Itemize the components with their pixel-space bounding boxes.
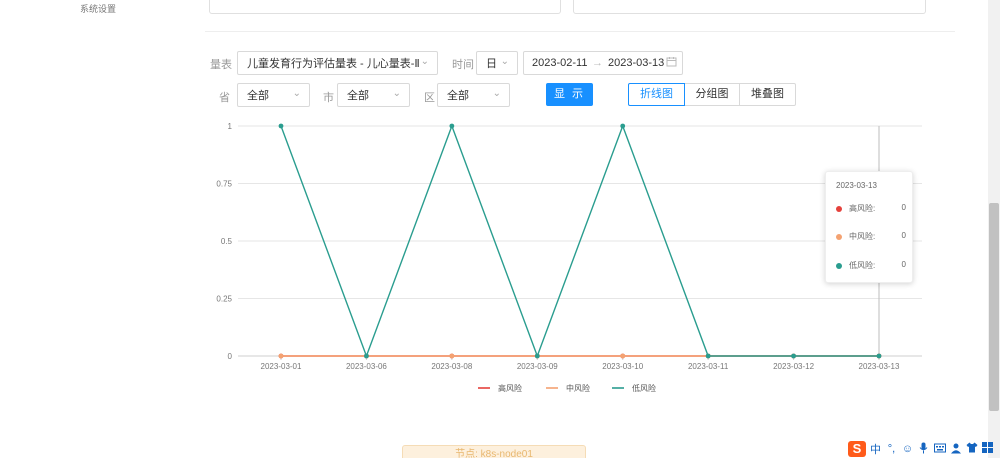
tooltip-row-value: 0: [901, 260, 906, 269]
medium-risk-dot: [836, 233, 842, 240]
tooltip-row-name: 中风险:: [849, 232, 876, 241]
y-tick-label: 0.75: [216, 180, 232, 189]
chart-tooltip: 2023-03-13 高风险: 0 中风险: 0 低风险: 0: [825, 171, 913, 283]
legend-label: 中风险: [566, 383, 590, 393]
series-point-2: [449, 123, 455, 129]
ime-toolbar[interactable]: S 中 °, ☺: [848, 440, 994, 458]
y-tick-label: 1: [228, 122, 233, 131]
x-tick-label: 2023-03-10: [602, 362, 643, 371]
tooltip-title: 2023-03-13: [836, 181, 877, 190]
series-point-2: [278, 123, 284, 129]
series-point-1: [620, 353, 626, 359]
y-tick-label: 0.5: [221, 237, 233, 246]
x-tick-label: 2023-03-08: [431, 362, 472, 371]
y-tick-label: 0: [228, 352, 233, 361]
vertical-scrollbar[interactable]: [988, 0, 1000, 458]
x-tick-label: 2023-03-06: [346, 362, 387, 371]
x-tick-label: 2023-03-01: [261, 362, 302, 371]
ime-punctuation-indicator[interactable]: °,: [885, 443, 898, 455]
tab-line-chart[interactable]: 折线图: [628, 83, 685, 106]
tooltip-row-value: 0: [901, 203, 906, 212]
sogou-logo-icon[interactable]: S: [848, 441, 866, 457]
tooltip-row-name: 高风险:: [849, 204, 876, 213]
tooltip-row-medium: 中风险: 0: [836, 231, 906, 242]
keyboard-icon[interactable]: [933, 443, 946, 456]
ime-mode-indicator[interactable]: 中: [869, 441, 882, 457]
x-tick-label: 2023-03-13: [859, 362, 900, 371]
toolbox-grid-icon[interactable]: [981, 442, 994, 456]
series-point-2: [876, 353, 882, 359]
legend-label: 高风险: [498, 383, 522, 393]
high-risk-dot: [836, 205, 842, 212]
y-tick-label: 0.25: [216, 295, 232, 304]
tooltip-row-name: 低风险:: [849, 261, 876, 270]
series-point-2: [534, 353, 540, 359]
series-point-2: [705, 353, 711, 359]
series-point-2: [620, 123, 626, 129]
microphone-icon[interactable]: [917, 442, 930, 457]
skin-shirt-icon[interactable]: [965, 442, 978, 456]
node-toast: 节点: k8s-node01: [402, 445, 586, 458]
tooltip-row-value: 0: [901, 231, 906, 240]
tooltip-row-high: 高风险: 0: [836, 203, 906, 214]
low-risk-dot: [836, 262, 842, 269]
legend-label: 低风险: [632, 383, 656, 393]
series-point-2: [364, 353, 369, 359]
user-icon[interactable]: [949, 442, 962, 457]
series-point-1: [278, 353, 284, 359]
scrollbar-thumb[interactable]: [989, 203, 999, 411]
tooltip-row-low: 低风险: 0: [836, 260, 906, 271]
series-point-1: [449, 353, 455, 359]
x-tick-label: 2023-03-09: [517, 362, 558, 371]
x-tick-label: 2023-03-11: [688, 362, 729, 371]
emoji-icon[interactable]: ☺: [901, 443, 914, 455]
series-point-2: [791, 353, 796, 359]
x-tick-label: 2023-03-12: [773, 362, 814, 371]
